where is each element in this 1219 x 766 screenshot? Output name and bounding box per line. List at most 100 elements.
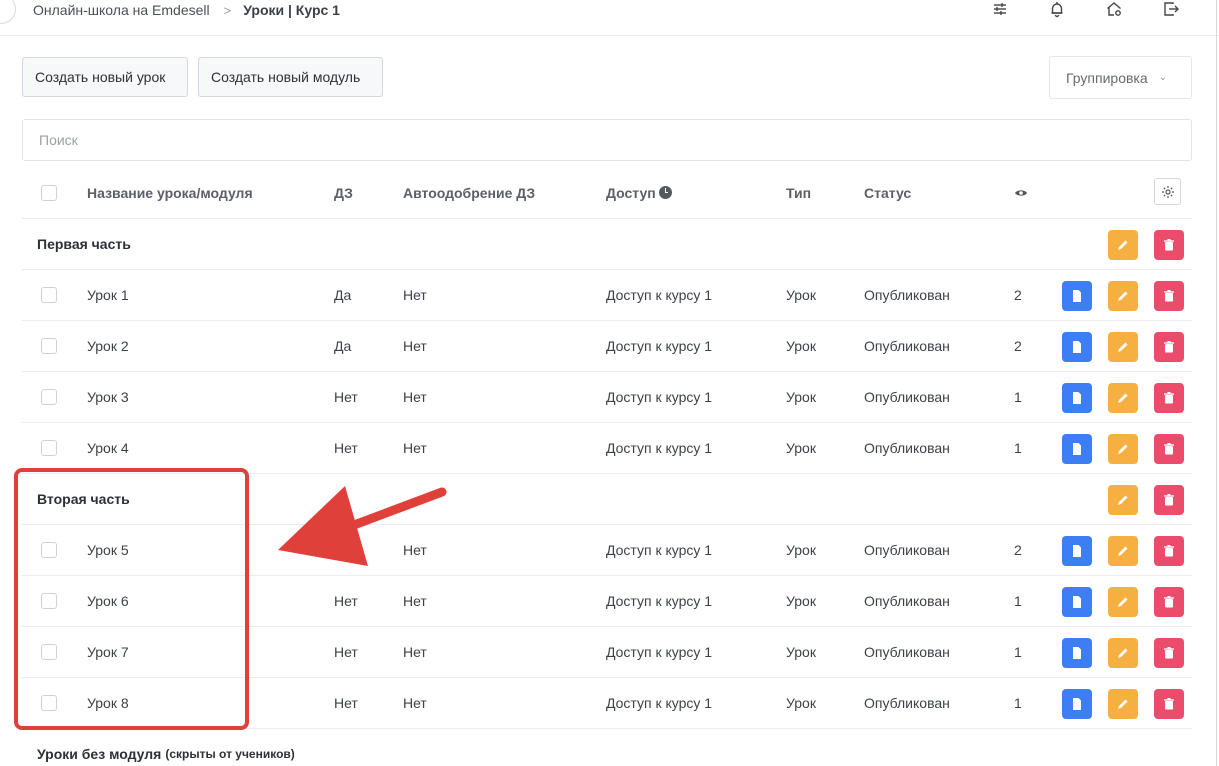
gear-icon [1161,185,1174,198]
lesson-name[interactable]: Урок 6 [87,576,129,626]
lesson-auto: Нет [403,440,427,456]
lesson-name[interactable]: Урок 4 [87,423,129,473]
open-lesson-button[interactable] [1062,587,1092,617]
col-type-header[interactable]: Тип [786,167,811,218]
logout-icon[interactable] [1162,0,1180,18]
sliders-icon[interactable] [991,0,1009,18]
sidebar-toggle[interactable] [0,0,16,24]
edit-lesson-button[interactable] [1108,536,1138,566]
row-checkbox[interactable] [41,695,57,711]
lesson-dz: Да [334,338,352,354]
unassigned-title-text: Уроки без модуля [37,746,162,762]
edit-lesson-button[interactable] [1108,383,1138,413]
trash-icon [1164,647,1174,659]
delete-lesson-button[interactable] [1154,587,1184,617]
lesson-dz: Да [334,287,352,303]
row-checkbox[interactable] [41,440,57,456]
delete-lesson-button[interactable] [1154,638,1184,668]
home-settings-icon[interactable] [1105,0,1123,18]
table-row[interactable]: Урок 6 Нет Нет Доступ к курсу 1 Урок Опу… [22,575,1192,626]
open-lesson-button[interactable] [1062,638,1092,668]
delete-module-button[interactable] [1154,230,1184,260]
lesson-auto: Нет [403,287,427,303]
table-settings-button[interactable] [1154,178,1181,205]
table-row[interactable]: Урок 8 Нет Нет Доступ к курсу 1 Урок Опу… [22,677,1192,728]
delete-lesson-button[interactable] [1154,281,1184,311]
table-row[interactable]: Урок 1 Да Нет Доступ к курсу 1 Урок Опуб… [22,269,1192,320]
delete-lesson-button[interactable] [1154,536,1184,566]
col-status-header[interactable]: Статус [864,167,911,218]
open-lesson-button[interactable] [1062,383,1092,413]
lesson-name[interactable]: Урок 5 [87,525,129,575]
lesson-status: Опубликован [864,389,950,405]
create-module-button[interactable]: Создать новый модуль [198,57,383,97]
unassigned-title: Уроки без модуля (скрыты от учеников) [37,729,295,766]
table-row[interactable]: Урок 5 Нет Доступ к курсу 1 Урок Опублик… [22,524,1192,575]
document-icon [1073,545,1081,557]
lesson-type: Урок [786,287,816,303]
table-row[interactable]: Урок 4 Нет Нет Доступ к курсу 1 Урок Опу… [22,422,1192,473]
delete-lesson-button[interactable] [1154,434,1184,464]
edit-lesson-button[interactable] [1108,638,1138,668]
lesson-name[interactable]: Урок 2 [87,321,129,371]
lesson-name[interactable]: Урок 1 [87,270,129,320]
open-lesson-button[interactable] [1062,434,1092,464]
col-dz-header[interactable]: ДЗ [334,167,353,218]
row-checkbox[interactable] [41,338,57,354]
lesson-auto: Нет [403,338,427,354]
module-row: Вторая часть [22,473,1192,524]
lesson-dz: Нет [334,695,358,711]
trash-icon [1164,596,1174,608]
row-checkbox[interactable] [41,593,57,609]
lesson-name[interactable]: Урок 8 [87,678,129,728]
grouping-dropdown[interactable]: Группировка ⌄ [1049,56,1192,99]
edit-lesson-button[interactable] [1108,587,1138,617]
document-icon [1073,392,1081,404]
row-checkbox[interactable] [41,644,57,660]
table-row[interactable]: Урок 7 Нет Нет Доступ к курсу 1 Урок Опу… [22,626,1192,677]
lesson-status: Опубликован [864,542,950,558]
lesson-dz: Нет [334,389,358,405]
document-icon [1073,341,1081,353]
create-lesson-button[interactable]: Создать новый урок [22,57,188,97]
trash-icon [1164,698,1174,710]
lesson-name[interactable]: Урок 7 [87,627,129,677]
document-icon [1073,647,1081,659]
delete-lesson-button[interactable] [1154,689,1184,719]
lesson-access: Доступ к курсу 1 [606,287,713,303]
row-checkbox[interactable] [41,287,57,303]
open-lesson-button[interactable] [1062,281,1092,311]
module-title: Вторая часть [37,491,130,507]
lesson-access: Доступ к курсу 1 [606,440,713,456]
edit-lesson-button[interactable] [1108,689,1138,719]
table-row[interactable]: Урок 3 Нет Нет Доступ к курсу 1 Урок Опу… [22,371,1192,422]
lesson-status: Опубликован [864,644,950,660]
row-checkbox[interactable] [41,542,57,558]
open-lesson-button[interactable] [1062,689,1092,719]
row-checkbox[interactable] [41,389,57,405]
open-lesson-button[interactable] [1062,332,1092,362]
col-access-header[interactable]: Доступ [606,167,672,218]
edit-lesson-button[interactable] [1108,281,1138,311]
col-name-header[interactable]: Название урока/модуля [87,167,253,218]
document-icon [1073,596,1081,608]
lesson-type: Урок [786,542,816,558]
edit-lesson-button[interactable] [1108,332,1138,362]
lesson-access: Доступ к курсу 1 [606,389,713,405]
open-lesson-button[interactable] [1062,536,1092,566]
breadcrumb-parent[interactable]: Онлайн-школа на Emdesell [33,2,210,18]
edit-module-button[interactable] [1108,485,1138,515]
search-input[interactable] [23,120,1191,160]
delete-lesson-button[interactable] [1154,332,1184,362]
lesson-name[interactable]: Урок 3 [87,372,129,422]
col-auto-header[interactable]: Автоодобрение ДЗ [403,167,535,218]
edit-module-button[interactable] [1108,230,1138,260]
lesson-views: 2 [1014,338,1022,354]
delete-module-button[interactable] [1154,485,1184,515]
edit-lesson-button[interactable] [1108,434,1138,464]
table-row[interactable]: Урок 2 Да Нет Доступ к курсу 1 Урок Опуб… [22,320,1192,371]
bell-icon[interactable] [1048,0,1066,18]
select-all-checkbox[interactable] [41,184,57,201]
col-access-label: Доступ [606,184,656,201]
delete-lesson-button[interactable] [1154,383,1184,413]
